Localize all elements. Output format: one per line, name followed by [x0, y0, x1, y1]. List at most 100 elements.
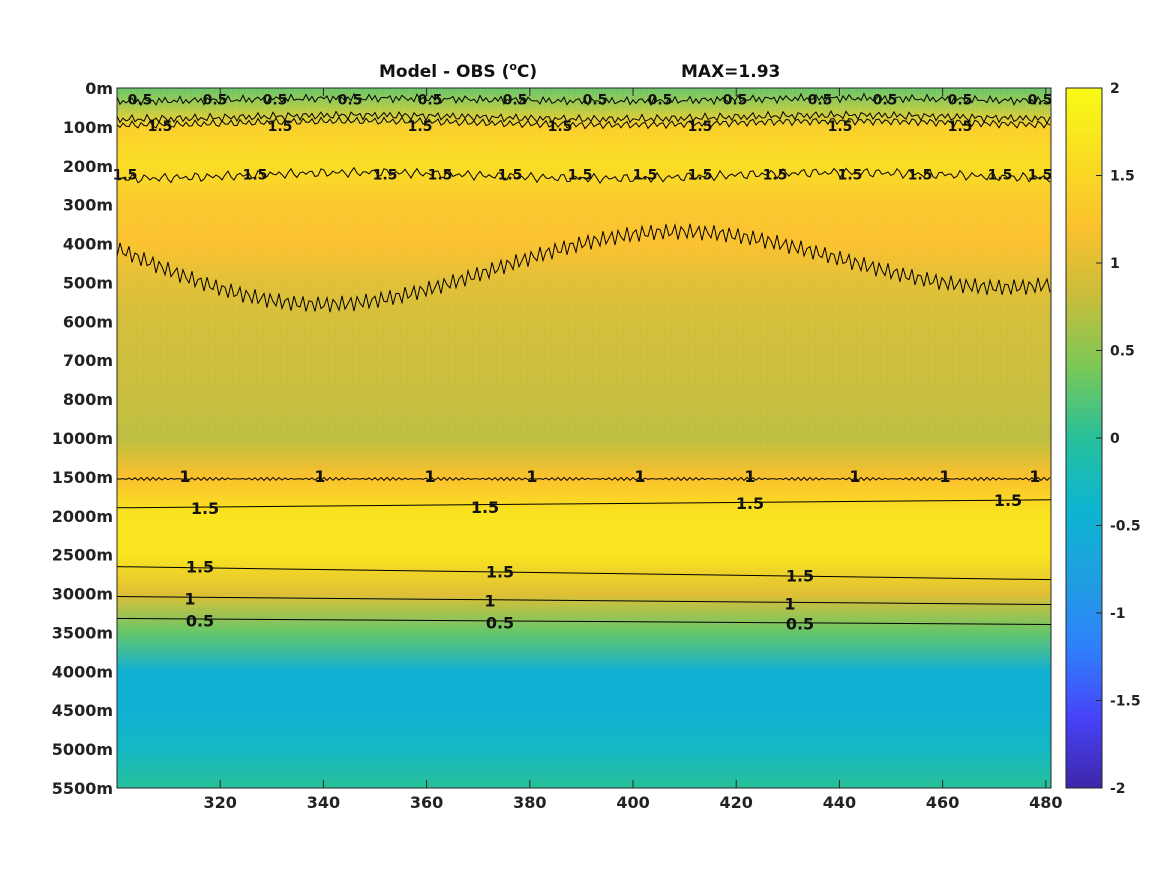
- contour-label: 1.5: [243, 167, 268, 183]
- contour-label: 1: [179, 467, 190, 486]
- max-label: MAX=1.93: [681, 62, 780, 82]
- contour-label: 0.5: [786, 614, 814, 633]
- contour-label: 1.5: [908, 167, 933, 183]
- y-tick-label: 200m: [63, 157, 113, 176]
- contour-label: 1: [314, 467, 325, 486]
- contour-label: 0.5: [128, 92, 153, 108]
- contour-label: 1.5: [498, 167, 523, 183]
- contour-label: 1.5: [568, 167, 593, 183]
- y-tick-label: 2500m: [52, 546, 113, 565]
- x-tick-label: 340: [307, 793, 340, 812]
- y-tick-label: 3500m: [52, 623, 113, 642]
- contour-label: 0.5: [338, 92, 363, 108]
- contour-label: 0.5: [486, 613, 514, 632]
- heatmap-texture: [117, 88, 1051, 448]
- contour-label: 1.5: [113, 167, 138, 183]
- chart: Model - OBS (oC) MAX=1.93 0.5 0.5 0.5 0.5 0.…: [52, 60, 1141, 812]
- contour-label: 1.5: [428, 167, 453, 183]
- y-tick-label: 400m: [63, 235, 113, 254]
- y-tick-label: 100m: [63, 118, 113, 137]
- y-tick-label: 4000m: [52, 662, 113, 681]
- contour-label: 0.5: [948, 92, 973, 108]
- y-tick-label: 5000m: [52, 740, 113, 759]
- y-tick-label: 3000m: [52, 585, 113, 604]
- y-tick-label: 5500m: [52, 779, 113, 798]
- y-tick-label: 1500m: [52, 468, 113, 487]
- colorbar-tick-label: -1: [1110, 606, 1126, 622]
- contour-label: 1.5: [471, 498, 499, 517]
- colorbar-tick-label: -0.5: [1110, 519, 1141, 535]
- contour-label: 1.5: [828, 119, 853, 135]
- x-tick-label: 400: [616, 793, 649, 812]
- contour-label: 1: [939, 467, 950, 486]
- contour-label: 1: [784, 595, 795, 614]
- contour-label: 0.5: [723, 92, 748, 108]
- contour-label: 0.5: [263, 92, 288, 108]
- contour-label: 1: [184, 590, 195, 609]
- y-tick-label: 800m: [63, 390, 113, 409]
- contour-label: 0.5: [503, 92, 528, 108]
- contour-label: 1.5: [186, 558, 214, 577]
- y-tick-label: 600m: [63, 312, 113, 331]
- x-tick-label: 320: [204, 793, 237, 812]
- contour-label: 0.5: [203, 92, 228, 108]
- y-tick-label: 1000m: [52, 429, 113, 448]
- plot-area: 0.5 0.5 0.5 0.5 0.5 0.5 0.5 0.5 0.5 0.5 0.5 0.5 0.51…: [113, 87, 1053, 789]
- contour-label: 1.5: [633, 167, 658, 183]
- contour-label: 1.5: [838, 167, 863, 183]
- colorbar-ticks: 2 1.5 1 0.5 0 -0.5 -1 -1.5 -2: [1096, 81, 1141, 797]
- contour-label: 1.5: [763, 167, 788, 183]
- contour-label: 1: [526, 467, 537, 486]
- contour-label: 1: [849, 467, 860, 486]
- colorbar-tick-label: 0: [1110, 431, 1120, 447]
- contour-label: 1.5: [948, 119, 973, 135]
- y-tick-label: 2000m: [52, 507, 113, 526]
- colorbar-tick-label: 2: [1110, 81, 1120, 97]
- contour-label: 0.5: [583, 92, 608, 108]
- colorbar-tick-label: -1.5: [1110, 694, 1141, 710]
- contour-label: 1.5: [548, 119, 573, 135]
- contour-label: 0.5: [186, 611, 214, 630]
- y-tick-label: 4500m: [52, 701, 113, 720]
- contour-label: 1: [744, 467, 755, 486]
- contour-label: 1: [634, 467, 645, 486]
- x-tick-label: 460: [926, 793, 959, 812]
- contour-label: 1.5: [148, 119, 173, 135]
- y-axis-ticks: 0m 100m 200m 300m 400m 500m 600m 700m 800m 1000m 1…: [52, 79, 113, 798]
- colorbar-tick-label: 0.5: [1110, 344, 1135, 360]
- x-tick-label: 420: [720, 793, 753, 812]
- contour-label: 1.5: [688, 119, 713, 135]
- contour-label: 1.5: [988, 167, 1013, 183]
- y-tick-label: 300m: [63, 196, 113, 215]
- contour-label: 0.5: [418, 92, 443, 108]
- colorbar: 2 1.5 1 0.5 0 -0.5 -1 -1.5 -2: [1065, 81, 1141, 797]
- contour-label: 1: [424, 467, 435, 486]
- colorbar-tick-label: 1.5: [1110, 169, 1135, 185]
- contour-label: 1.5: [191, 499, 219, 518]
- colorbar-tick-label: 1: [1110, 256, 1120, 272]
- contour-label: 1.5: [408, 119, 433, 135]
- contour-label: 1.5: [268, 119, 293, 135]
- contour-label: 1.5: [486, 563, 514, 582]
- x-tick-label: 440: [823, 793, 856, 812]
- contour-label: 0.5: [1028, 92, 1053, 108]
- contour-label: 0.5: [873, 92, 898, 108]
- y-tick-label: 700m: [63, 351, 113, 370]
- y-tick-label: 0m: [85, 79, 113, 98]
- x-tick-label: 380: [513, 793, 546, 812]
- contour-label: 1: [484, 592, 495, 611]
- x-tick-label: 360: [410, 793, 443, 812]
- x-tick-label: 480: [1029, 793, 1062, 812]
- contour-label: 1.5: [994, 491, 1022, 510]
- contour-label: 1.5: [1028, 167, 1053, 183]
- contour-label: 1.5: [736, 494, 764, 513]
- contour-label: 1.5: [688, 167, 713, 183]
- contour-label: 1.5: [786, 567, 814, 586]
- chart-title: Model - OBS (oC): [379, 60, 537, 82]
- contour-label: 0.5: [808, 92, 833, 108]
- contour-label: 1: [1029, 467, 1040, 486]
- colorbar-tick-label: -2: [1110, 781, 1126, 797]
- y-tick-label: 500m: [63, 273, 113, 292]
- contour-label: 1.5: [373, 167, 398, 183]
- contour-label: 0.5: [648, 92, 673, 108]
